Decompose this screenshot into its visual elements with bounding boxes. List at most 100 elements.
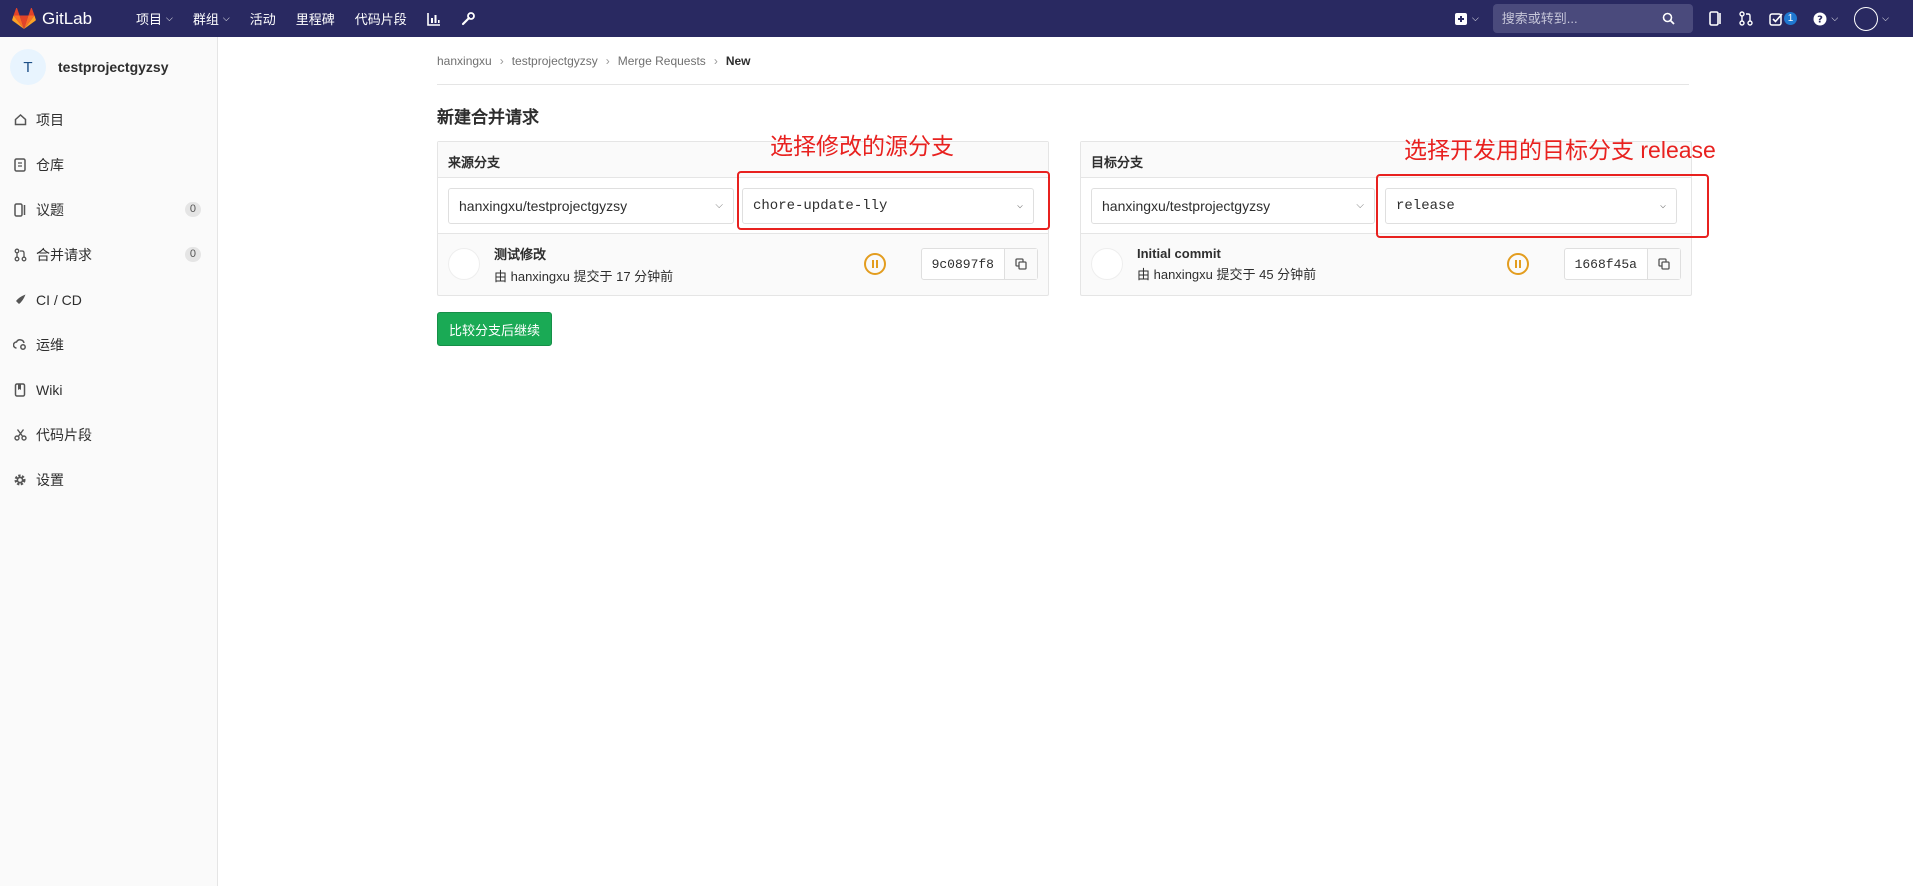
commit-meta: 由 hanxingxu 提交于 17 分钟前 — [494, 268, 674, 284]
nav-projects-dropdown[interactable]: 项目 ⌵ — [136, 9, 173, 28]
issues-icon — [12, 202, 28, 217]
sidebar-item-label: 议题 — [36, 201, 64, 218]
scissors-icon — [12, 428, 28, 441]
sidebar-item-issues[interactable]: 议题 0 — [0, 187, 217, 232]
search-input[interactable] — [1501, 11, 1662, 26]
commit-title-link[interactable]: Initial commit — [1137, 246, 1316, 261]
rocket-icon — [12, 293, 28, 306]
sidebar-project-header[interactable]: T testprojectgyzsy — [0, 37, 217, 97]
sidebar-item-project[interactable]: 项目 — [0, 97, 217, 142]
target-project-dropdown[interactable]: hanxingxu/testprojectgyzsy ⌵ — [1091, 187, 1375, 224]
commit-info: Initial commit 由 hanxingxu 提交于 45 分钟前 — [1137, 246, 1316, 283]
commit-author-avatar[interactable] — [448, 248, 480, 280]
chevron-down-icon[interactable]: ⌵ — [1882, 13, 1889, 24]
commit-sha-link[interactable]: 9c0897f8 — [922, 249, 1005, 279]
sidebar-item-snippets[interactable]: 代码片段 — [0, 412, 217, 457]
compare-branches-button[interactable]: 比较分支后继续 — [437, 312, 553, 346]
commit-sha-group: 9c0897f8 — [920, 248, 1038, 280]
chart-icon[interactable] — [426, 12, 441, 26]
new-dropdown-button[interactable]: ⌵ — [1454, 12, 1479, 26]
breadcrumb-merge-requests-link[interactable]: Merge Requests — [618, 54, 706, 68]
main-content: hanxingxu › testprojectgyzsy › Merge Req… — [437, 37, 1692, 346]
nav-projects-label: 项目 — [136, 12, 163, 27]
doc-icon — [12, 157, 28, 172]
source-branch-highlight-box — [737, 171, 1050, 230]
gitlab-logo-icon — [12, 7, 36, 29]
plus-square-icon — [1454, 12, 1467, 25]
sidebar-item-ci-cd[interactable]: CI / CD — [0, 277, 217, 322]
chevron-down-icon: ⌵ — [222, 13, 230, 23]
source-project-dropdown[interactable]: hanxingxu/testprojectgyzsy ⌵ — [448, 187, 734, 224]
sidebar-item-merge-requests[interactable]: 合并请求 0 — [0, 232, 217, 277]
nav-milestones-link[interactable]: 里程碑 — [296, 9, 335, 28]
sidebar-item-label: 代码片段 — [36, 426, 92, 443]
todo-check-icon — [1769, 12, 1783, 26]
sidebar-item-wiki[interactable]: Wiki — [0, 367, 217, 412]
nav-groups-dropdown[interactable]: 群组 ⌵ — [193, 9, 230, 28]
target-commit-row: Initial commit 由 hanxingxu 提交于 45 分钟前 16… — [1081, 234, 1691, 294]
help-dropdown[interactable]: ? ⌵ — [1813, 12, 1838, 26]
nav-snippets-link[interactable]: 代码片段 — [355, 9, 407, 28]
sidebar-item-label: 仓库 — [36, 156, 64, 173]
chevron-down-icon: ⌵ — [715, 200, 723, 211]
book-icon — [12, 382, 28, 397]
project-sidebar: T testprojectgyzsy 项目 仓库 议题 0 合并请求 0 CI … — [0, 37, 218, 886]
nav-links: 项目 ⌵ 群组 ⌵ 活动 里程碑 代码片段 — [136, 9, 495, 28]
sidebar-item-label: 项目 — [36, 111, 64, 128]
commit-author-avatar[interactable] — [1091, 248, 1123, 280]
svg-text:?: ? — [1817, 14, 1823, 25]
chevron-down-icon: ⌵ — [166, 13, 173, 23]
copy-sha-button[interactable] — [1005, 249, 1037, 279]
breadcrumb-project-link[interactable]: testprojectgyzsy — [512, 54, 598, 68]
chevron-down-icon: ⌵ — [1831, 13, 1839, 23]
gitlab-home-link[interactable]: GitLab — [12, 7, 122, 30]
nav-groups-label: 群组 — [192, 12, 219, 27]
merge-request-icon — [12, 248, 28, 262]
merge-request-icon[interactable] — [1739, 11, 1753, 26]
search-icon — [1662, 12, 1675, 25]
chevron-down-icon: ⌵ — [1471, 13, 1479, 23]
commit-sha-group: 1668f45a — [1563, 248, 1681, 280]
sidebar-item-repository[interactable]: 仓库 — [0, 142, 217, 187]
chevron-right-icon: › — [605, 53, 610, 68]
chevron-down-icon: ⌵ — [1356, 200, 1364, 211]
source-branch-annotation: 选择修改的源分支 — [770, 133, 954, 159]
todos-button[interactable]: 1 — [1769, 12, 1798, 26]
breadcrumb-current[interactable]: New — [726, 54, 751, 68]
source-commit-row: 测试修改 由 hanxingxu 提交于 17 分钟前 9c0897f8 — [438, 234, 1048, 294]
target-branch-highlight-box — [1376, 174, 1709, 238]
copy-sha-button[interactable] — [1648, 249, 1680, 279]
copy-icon — [1658, 258, 1670, 270]
target-project-value: hanxingxu/testprojectgyzsy — [1102, 197, 1271, 214]
user-avatar[interactable] — [1854, 6, 1879, 31]
commit-title-link[interactable]: 测试修改 — [494, 244, 673, 263]
source-project-value: hanxingxu/testprojectgyzsy — [459, 197, 628, 214]
breadcrumb: hanxingxu › testprojectgyzsy › Merge Req… — [437, 37, 1689, 85]
commit-meta: 由 hanxingxu 提交于 45 分钟前 — [1137, 266, 1317, 282]
home-icon — [12, 113, 28, 126]
sidebar-item-label: Wiki — [36, 381, 63, 398]
pipeline-paused-icon[interactable] — [1507, 253, 1529, 275]
issues-count-badge: 0 — [184, 202, 201, 217]
sidebar-item-label: 合并请求 — [36, 246, 92, 263]
nav-activity-link[interactable]: 活动 — [250, 9, 276, 28]
pipeline-paused-icon[interactable] — [864, 253, 886, 275]
issues-icon[interactable] — [1708, 11, 1723, 26]
commit-sha-link[interactable]: 1668f45a — [1565, 249, 1648, 279]
sidebar-item-operations[interactable]: 运维 — [0, 322, 217, 367]
copy-icon — [1015, 258, 1027, 270]
sidebar-item-label: 设置 — [36, 471, 64, 488]
project-avatar: T — [10, 49, 46, 85]
gear-icon — [12, 473, 28, 487]
brand-name: GitLab — [42, 8, 93, 28]
wrench-icon[interactable] — [461, 11, 475, 26]
sidebar-item-settings[interactable]: 设置 — [0, 457, 217, 502]
top-navbar: GitLab 项目 ⌵ 群组 ⌵ 活动 里程碑 代码片段 ⌵ 搜索或转到... … — [0, 0, 1913, 37]
page-title: 新建合并请求 — [437, 108, 539, 127]
breadcrumb-user-link[interactable]: hanxingxu — [437, 54, 492, 68]
cloud-gear-icon — [12, 338, 28, 351]
commit-info: 测试修改 由 hanxingxu 提交于 17 分钟前 — [494, 244, 673, 285]
search-box[interactable] — [1492, 4, 1693, 33]
chevron-right-icon: › — [499, 53, 504, 68]
merge-requests-count-badge: 0 — [184, 247, 201, 262]
